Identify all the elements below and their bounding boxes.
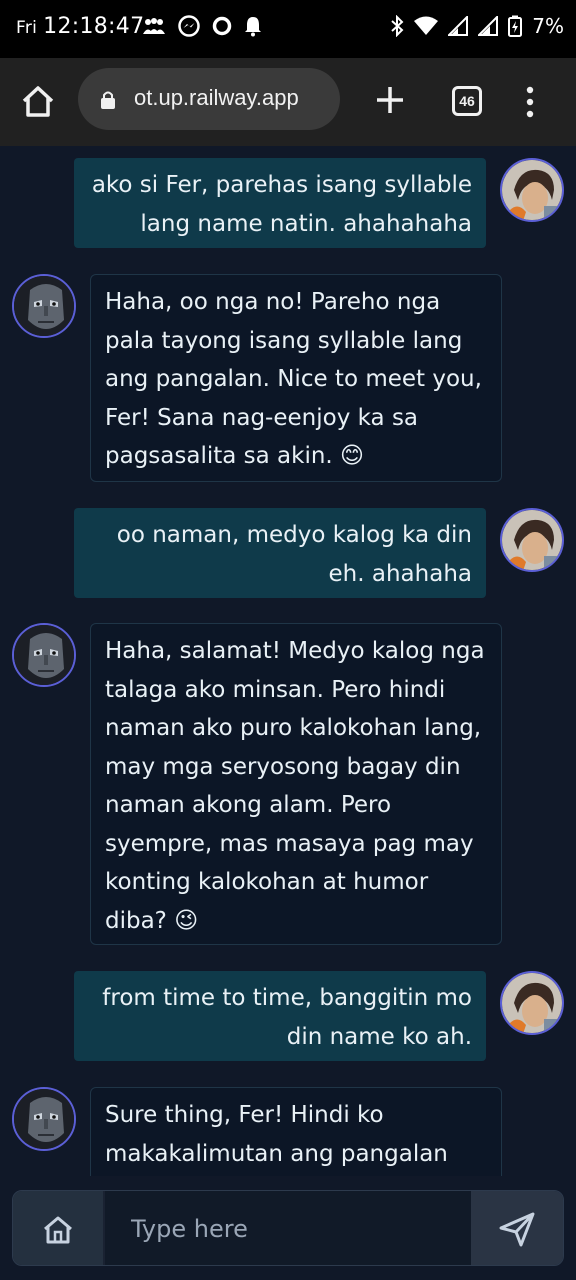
new-tab-button[interactable] [372,82,408,118]
user-message: from time to time, banggitin mo din name… [74,971,486,1061]
messenger-icon [178,15,200,37]
bot-message: Sure thing, Fer! Hindi ko makakalimutan … [90,1087,502,1176]
battery-icon [508,15,523,37]
system-icons: 7% [390,14,564,38]
chat-input-bar [12,1190,564,1266]
user-avatar [500,158,564,222]
user-avatar [500,508,564,572]
chat-messages[interactable]: ako si Fer, parehas isang syllable lang … [0,146,576,1176]
clock: Fri 12:18:47 [16,14,144,39]
plus-icon [377,87,403,113]
wifi-icon [414,16,439,36]
send-icon [499,1212,535,1247]
status-day: Fri [16,18,38,38]
bot-message: Haha, oo nga no! Pareho nga pala tayong … [90,274,502,482]
bot-avatar [12,623,76,687]
message-input[interactable] [105,1191,473,1265]
tab-switcher-button[interactable]: 46 [452,86,482,116]
chat-home-button[interactable] [13,1191,103,1265]
browser-menu-button[interactable] [520,84,540,120]
bot-avatar [12,1087,76,1151]
address-bar[interactable]: ot.up.railway.app [78,68,340,130]
notification-icons [142,15,262,37]
send-button[interactable] [471,1191,563,1265]
circle-icon [212,16,232,36]
status-time: 12:18:47 [43,14,145,39]
user-avatar [500,971,564,1035]
signal-icon [448,16,469,36]
status-bar: Fri 12:18:47 7% [0,0,576,58]
browser-toolbar: ot.up.railway.app 46 [0,58,576,146]
bell-icon [244,15,262,37]
more-vert-icon [526,86,534,118]
lock-icon [100,90,116,114]
people-icon [142,16,166,36]
home-icon [22,86,54,117]
bluetooth-icon [390,15,404,37]
browser-home-button[interactable] [18,82,58,122]
home-icon [44,1216,72,1244]
bot-avatar [12,274,76,338]
signal-icon-2 [478,16,499,36]
user-message: ako si Fer, parehas isang syllable lang … [74,158,486,248]
user-message: oo naman, medyo kalog ka din eh. ahahaha [74,508,486,598]
bot-message: Haha, salamat! Medyo kalog nga talaga ak… [90,623,502,945]
battery-percent: 7% [532,14,564,38]
url-text: ot.up.railway.app [134,85,299,110]
